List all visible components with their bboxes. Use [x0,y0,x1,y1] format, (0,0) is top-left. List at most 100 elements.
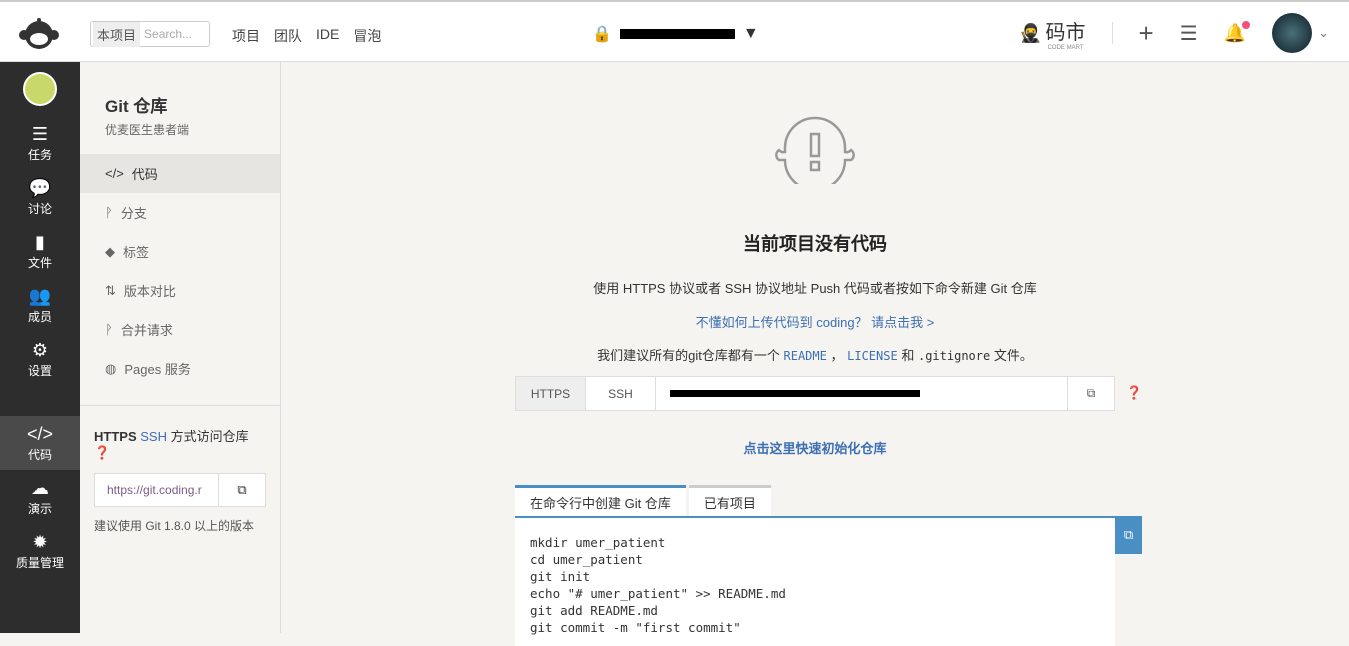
branch-icon: ᚹ [105,205,113,220]
sidebar-item-tasks[interactable]: ☰ 任务 [0,116,80,170]
label: 任务 [27,147,52,162]
gear-icon: ⚙ [31,339,49,360]
server-icon[interactable]: ☰ [1180,21,1198,46]
clone-url-bar: HTTPS SSH ⧉ [515,376,1115,411]
bell-icon[interactable]: 🔔 [1224,20,1251,44]
tasks-icon: ☰ [31,123,49,144]
label: 文件 [27,255,52,270]
sidebar-item-files[interactable]: ▮ 文件 [0,224,80,278]
file-icon: ▮ [35,231,45,252]
codemart-brand[interactable]: 🥷 码市 CODE MART [1019,16,1085,51]
label: 讨论 [27,201,52,216]
text: 文件。 [993,348,1033,363]
text: 我们建议所有的git仓库都有一个 [597,348,780,363]
project-name-redacted [619,29,735,39]
gitignore-code: .gitignore [917,349,991,363]
label: 合并请求 [120,323,173,338]
access-title: 方式访问仓库 [170,429,249,444]
divider [1111,22,1113,44]
label: 分支 [120,206,147,221]
sidebar-item-settings[interactable]: ⚙ 设置 [0,332,80,386]
globe-icon: ◍ [105,360,117,376]
sidebar-item-members[interactable]: 👥 成员 [0,278,80,332]
label: 代码 [27,447,52,462]
https-label[interactable]: HTTPS [94,429,137,444]
init-repo-link[interactable]: 点击这里快速初始化仓库 [743,441,886,456]
top-bar: 本项目 Search... 项目 团队 IDE 冒泡 🔒 ▼ 🥷 码市 CODE MAR… [0,0,1349,62]
label: 演示 [27,501,52,516]
sidebar-item-quality[interactable]: ✹ 质量管理 [0,524,80,578]
label: 版本对比 [123,284,176,299]
ssh-tab[interactable]: SSH [586,377,656,410]
clone-url-input[interactable] [656,377,1068,410]
chevron-down-icon: ⌄ [1318,25,1329,40]
copy-url-button[interactable]: ⧉ [1068,377,1114,410]
users-icon: 👥 [28,285,52,306]
push-instructions: 使用 HTTPS 协议或者 SSH 协议地址 Push 代码或者按如下命令新建 … [593,281,1037,296]
subnav-item-branches[interactable]: ᚹ 分支 [80,193,280,232]
empty-title: 当前项目没有代码 [743,234,887,254]
compare-icon: ⇅ [105,282,116,298]
merge-icon: ᚹ [105,322,113,337]
repo-url-input[interactable]: https://git.coding.r [95,474,219,506]
commands-block: mkdir umer_patient cd umer_patient git i… [515,516,1115,646]
tag-icon: ◆ [105,243,115,259]
copy-icon[interactable]: ⧉ [219,474,265,506]
nav-bubble[interactable]: 冒泡 [353,26,381,46]
label: 代码 [131,167,158,182]
project-avatar[interactable] [0,62,80,116]
subnav-item-pages[interactable]: ◍ Pages 服务 [80,349,280,388]
subnav-item-code[interactable]: </> 代码 [80,154,280,193]
help-icon[interactable]: ❓ [94,445,110,460]
tab-existing-project[interactable]: 已有项目 [688,485,771,516]
lock-icon: 🔒 [592,26,612,43]
nav-teams[interactable]: 团队 [274,26,302,46]
https-tab[interactable]: HTTPS [516,377,586,410]
help-link[interactable]: 不懂如何上传代码到 coding？ 请点击我 > [696,315,935,330]
subnav-item-compare[interactable]: ⇅ 版本对比 [80,271,280,310]
tab-cli-create[interactable]: 在命令行中创建 Git 仓库 [515,485,686,516]
sidebar-item-discussions[interactable]: 💬 讨论 [0,170,80,224]
search-placeholder: Search... [144,27,193,41]
subnav-item-merge-requests[interactable]: ᚹ 合并请求 [80,310,280,349]
ssh-label[interactable]: SSH [140,429,167,444]
nav-ide[interactable]: IDE [316,26,339,46]
copy-icon: ⧉ [1123,527,1134,542]
search-scope[interactable]: 本项目 [93,21,141,47]
user-avatar[interactable]: ⌄ [1272,13,1329,53]
sidebar-item-demo[interactable]: ☁ 演示 [0,470,80,524]
subnav-item-tags[interactable]: ◆ 标签 [80,232,280,271]
sidebar-item-code[interactable]: </> 代码 [0,416,80,470]
license-code: LICENSE [847,349,898,363]
nav-projects[interactable]: 项目 [232,26,260,46]
url-redacted [670,390,920,397]
brand-subtext: CODE MART [1047,44,1084,51]
git-version-hint: 建议使用 Git 1.8.0 以上的版本 [94,519,255,533]
label: 成员 [27,309,52,324]
label: 质量管理 [15,555,64,570]
label: 设置 [27,363,52,378]
brand-text: 码市 [1045,21,1086,44]
repo-access-box: HTTPS SSH 方式访问仓库 ❓ https://git.coding.r … [80,405,280,554]
search-input[interactable]: 本项目 Search... [90,21,210,47]
empty-warning-icon [281,114,1349,192]
help-icon[interactable]: ❓ [1126,385,1142,401]
recommendation-text: 我们建议所有的git仓库都有一个 README ， LICENSE 和 .git… [281,345,1349,364]
text: ， [830,348,844,363]
git-subnav: Git 仓库 优麦医生患者端 </> 代码 ᚹ 分支 ◆ 标签 ⇅ 版本对比 ᚹ 合并请求… [80,62,281,633]
coding-logo-icon[interactable] [18,16,60,53]
project-selector[interactable]: 🔒 ▼ [592,24,759,44]
cloud-icon: ☁ [31,477,49,498]
main-content: 当前项目没有代码 使用 HTTPS 协议或者 SSH 协议地址 Push 代码或… [281,62,1349,646]
comments-icon: 💬 [28,177,52,198]
label: Pages 服务 [124,362,191,377]
subnav-title: Git 仓库 [105,97,168,116]
copy-commands-button[interactable]: ⧉ [1115,516,1142,554]
caret-down-icon: ▼ [742,25,759,42]
plus-icon[interactable]: + [1139,18,1154,49]
text: 和 [901,348,915,363]
quality-icon: ✹ [32,531,48,552]
readme-code: README [783,349,827,363]
project-sidebar: ☰ 任务 💬 讨论 ▮ 文件 👥 成员 ⚙ 设置 </> 代码 ☁ 演示 ✹ 质量管理 [0,62,80,633]
label: 标签 [123,245,150,260]
